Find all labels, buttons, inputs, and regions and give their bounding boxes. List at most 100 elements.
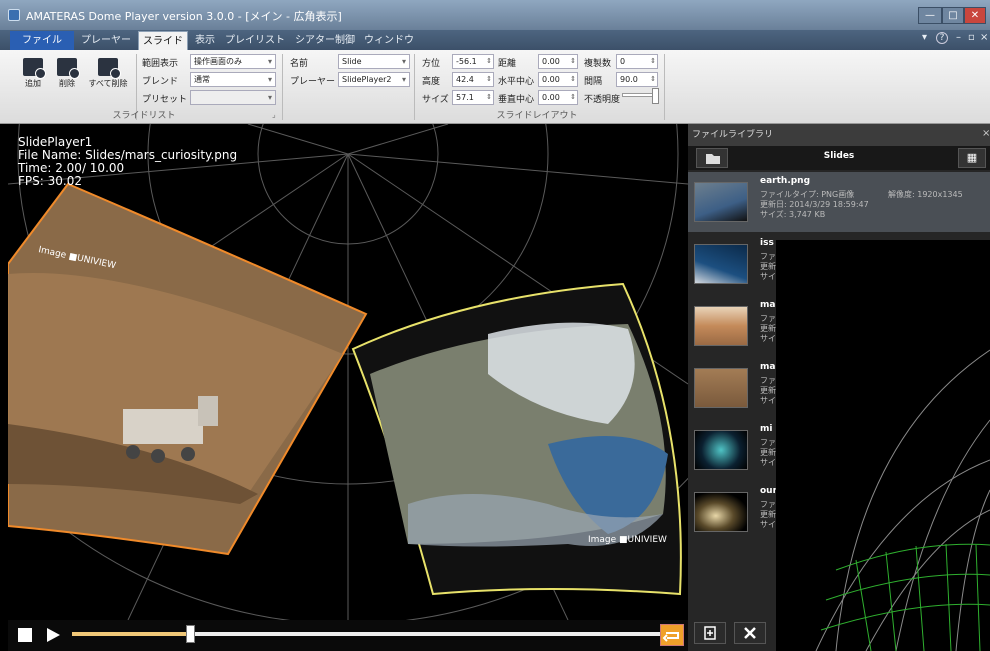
item-name: earth.png: [760, 176, 811, 186]
seek-bar[interactable]: [72, 625, 662, 643]
delete-all-button[interactable]: すべて削除: [84, 58, 132, 89]
item-size: サイ: [760, 458, 776, 467]
distance-label: 距離: [498, 59, 517, 69]
help-icon[interactable]: ?: [936, 32, 948, 44]
library-toolbar: Slides ▦: [688, 146, 990, 170]
vcenter-stepper[interactable]: 0.00: [538, 90, 578, 105]
ribbon-dropdown-icon[interactable]: ▾: [922, 32, 927, 43]
grid-view-icon[interactable]: ▦: [958, 148, 986, 168]
blend-dropdown[interactable]: 通常: [190, 72, 276, 87]
folder-name: Slides: [823, 151, 855, 161]
tab-playlist[interactable]: プレイリスト: [222, 31, 288, 50]
size-label: サイズ: [422, 95, 449, 105]
title-bar: AMATERAS Dome Player version 3.0.0 - [メイ…: [0, 0, 990, 30]
name-dropdown[interactable]: Slide: [338, 54, 410, 69]
vcenter-label: 垂直中心: [498, 95, 535, 105]
range-dropdown[interactable]: 操作画面のみ: [190, 54, 276, 69]
altitude-label: 高度: [422, 77, 441, 87]
preset-label: プリセット: [142, 95, 188, 105]
player-label: プレーヤー: [290, 77, 336, 87]
delete-all-icon: [98, 58, 121, 79]
opacity-slider[interactable]: [622, 88, 659, 104]
remove-file-button[interactable]: [734, 622, 766, 644]
dome-preview-window[interactable]: [776, 240, 990, 651]
interval-stepper[interactable]: 90.0: [616, 72, 658, 87]
slide-layout-group-label: スライドレイアウト: [496, 111, 578, 121]
item-size: サイ: [760, 520, 776, 529]
seek-thumb[interactable]: [186, 625, 195, 643]
item-name: our: [760, 486, 778, 496]
loop-icon: [662, 632, 679, 642]
player-hud: SlidePlayer1 File Name: Slides/mars_curi…: [18, 136, 237, 188]
ribbon-separator: [664, 54, 665, 120]
play-icon: [47, 628, 60, 642]
item-size: サイズ: 3,747 KB: [760, 210, 826, 219]
playback-controls: [8, 620, 688, 651]
preset-dropdown[interactable]: [190, 90, 276, 105]
document-add-icon: [704, 626, 716, 640]
play-button[interactable]: [44, 626, 62, 644]
name-label: 名前: [290, 59, 309, 69]
doc-close-icon[interactable]: ×: [980, 32, 988, 43]
list-item[interactable]: earth.png ファイルタイプ: PNG画像 解像度: 1920x1345 …: [688, 172, 990, 232]
tab-window[interactable]: ウィンドウ: [362, 31, 416, 50]
delete-slide-icon: [57, 58, 80, 79]
stop-button[interactable]: [16, 626, 34, 644]
mars-thumbnail: [694, 306, 748, 346]
dialog-launcher-icon[interactable]: ⌟: [272, 110, 276, 119]
altitude-stepper[interactable]: 42.4: [452, 72, 494, 87]
tab-theater[interactable]: シアター制御: [292, 31, 358, 50]
item-size: サイ: [760, 396, 776, 405]
item-name: mi: [760, 424, 773, 434]
item-name: iss: [760, 238, 774, 248]
item-resolution: 解像度: 1920x1345: [888, 190, 963, 199]
tab-view[interactable]: 表示: [190, 31, 220, 50]
dome-viewport[interactable]: Image ■UNIVIEW Image ■UNIVIEW SlidePlaye…: [8, 124, 688, 620]
minimize-button[interactable]: —: [918, 7, 942, 24]
add-slide-button[interactable]: 追加: [18, 58, 48, 89]
copies-label: 複製数: [584, 59, 612, 69]
remove-icon: [744, 627, 756, 639]
ribbon-tabs: ファイル プレーヤー スライド 表示 プレイリスト シアター制御 ウィンドウ ▾…: [0, 30, 990, 50]
tab-slide[interactable]: スライド: [138, 31, 188, 50]
azimuth-stepper[interactable]: -56.1: [452, 54, 494, 69]
library-close-icon[interactable]: ×: [982, 128, 990, 139]
interval-label: 間隔: [584, 77, 603, 87]
ribbon-separator: [282, 54, 283, 120]
add-to-playlist-button[interactable]: [694, 622, 726, 644]
mars-slide[interactable]: [8, 182, 368, 556]
opacity-label: 不透明度: [584, 95, 621, 105]
tab-file[interactable]: ファイル: [10, 31, 74, 50]
tab-player[interactable]: プレーヤー: [76, 31, 136, 50]
earth-watermark: Image ■UNIVIEW: [588, 535, 667, 545]
distance-stepper[interactable]: 0.00: [538, 54, 578, 69]
blend-label: ブレンド: [142, 77, 179, 87]
dome-wireframe: [815, 349, 990, 651]
galaxy-thumbnail: [694, 492, 748, 532]
ribbon: 追加 削除 すべて削除 範囲表示 操作画面のみ ブレンド 通常 プリセット スラ…: [0, 50, 990, 124]
hcenter-label: 水平中心: [498, 77, 535, 87]
earth-slide[interactable]: [351, 282, 682, 596]
maximize-button[interactable]: □: [942, 7, 964, 24]
loop-button[interactable]: [660, 624, 684, 646]
iss-thumbnail: [694, 244, 748, 284]
close-button[interactable]: ✕: [964, 7, 986, 24]
copies-stepper[interactable]: 0: [616, 54, 658, 69]
seek-progress: [72, 632, 190, 636]
add-slide-icon: [23, 58, 46, 79]
stop-icon: [18, 628, 32, 642]
mars-curiosity-thumbnail: [694, 368, 748, 408]
milkyway-thumbnail: [694, 430, 748, 470]
item-size: サイ: [760, 334, 776, 343]
azimuth-label: 方位: [422, 59, 441, 69]
slide-list-group-label: スライドリスト: [112, 111, 176, 121]
size-stepper[interactable]: 57.1: [452, 90, 494, 105]
player-dropdown[interactable]: SlidePlayer2: [338, 72, 410, 87]
file-library-header: ファイルライブラリ: [688, 124, 990, 146]
range-label: 範囲表示: [142, 59, 179, 69]
delete-slide-button[interactable]: 削除: [52, 58, 82, 89]
hcenter-stepper[interactable]: 0.00: [538, 72, 578, 87]
doc-minimize-icon[interactable]: –: [956, 32, 961, 43]
doc-restore-icon[interactable]: ▫: [968, 32, 975, 43]
hud-fps: FPS: 30.02: [18, 174, 82, 188]
